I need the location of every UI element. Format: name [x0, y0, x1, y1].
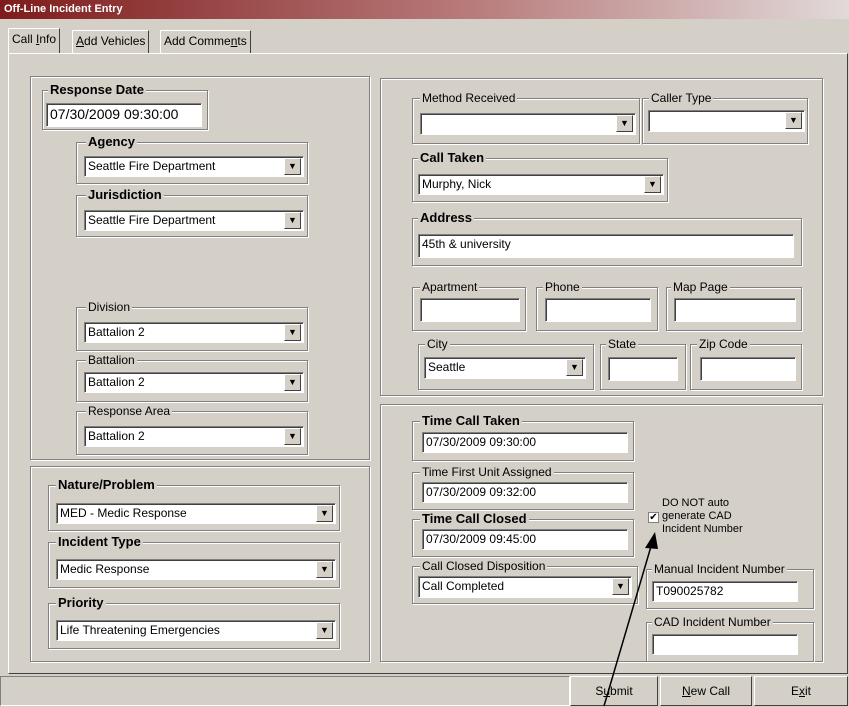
tab-call-info[interactable]: Call Info	[8, 28, 61, 53]
tab-label-pre: Call	[12, 32, 37, 46]
annotation-arrow	[603, 532, 658, 707]
tab-label-post: nfo	[39, 32, 57, 46]
